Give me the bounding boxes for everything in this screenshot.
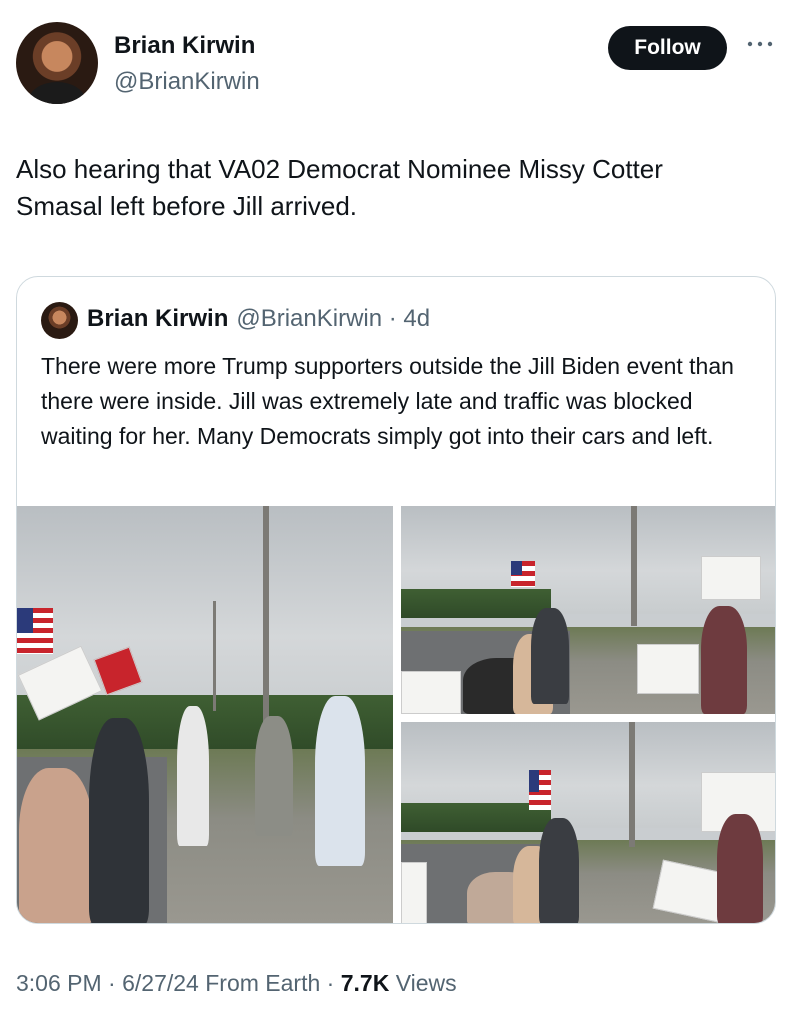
- media-photo-1[interactable]: [17, 506, 393, 923]
- media-photo-2[interactable]: [401, 506, 775, 714]
- media-photo-3[interactable]: [401, 722, 775, 923]
- quoted-tweet-text: There were more Trump supporters outside…: [41, 353, 734, 449]
- tweet-date[interactable]: 6/27/24: [122, 970, 199, 996]
- follow-button[interactable]: Follow: [608, 26, 727, 70]
- author-name[interactable]: Brian Kirwin: [114, 32, 255, 60]
- tweet-header: Brian Kirwin @BrianKirwin Follow: [16, 22, 776, 106]
- views-label: Views: [389, 970, 457, 996]
- separator-dot: ·: [320, 970, 341, 996]
- separator-dot: ·: [101, 970, 123, 996]
- quoted-author-name: Brian Kirwin: [87, 305, 229, 332]
- tweet-text: Also hearing that VA02 Democrat Nominee …: [16, 154, 663, 221]
- quoted-tweet[interactable]: Brian Kirwin @BrianKirwin · 4d There were…: [16, 276, 776, 924]
- quoted-author-handle-time: @BrianKirwin · 4d: [236, 305, 431, 332]
- tweet-time[interactable]: 3:06 PM: [16, 970, 102, 996]
- author-handle[interactable]: @BrianKirwin: [114, 68, 260, 96]
- views-count[interactable]: 7.7K: [341, 970, 390, 996]
- tweet-source: From Earth: [198, 970, 321, 996]
- tweet-footer: 3:06 PM · 6/27/24 From Earth · 7.7K View…: [16, 970, 457, 997]
- quoted-author-meta: Brian Kirwin @BrianKirwin · 4d: [87, 305, 430, 333]
- quoted-author-avatar: [41, 302, 78, 339]
- youre-late-sign: [701, 556, 761, 600]
- author-avatar[interactable]: [16, 22, 98, 104]
- quoted-media-grid: [17, 506, 775, 923]
- more-options-icon[interactable]: [744, 38, 776, 54]
